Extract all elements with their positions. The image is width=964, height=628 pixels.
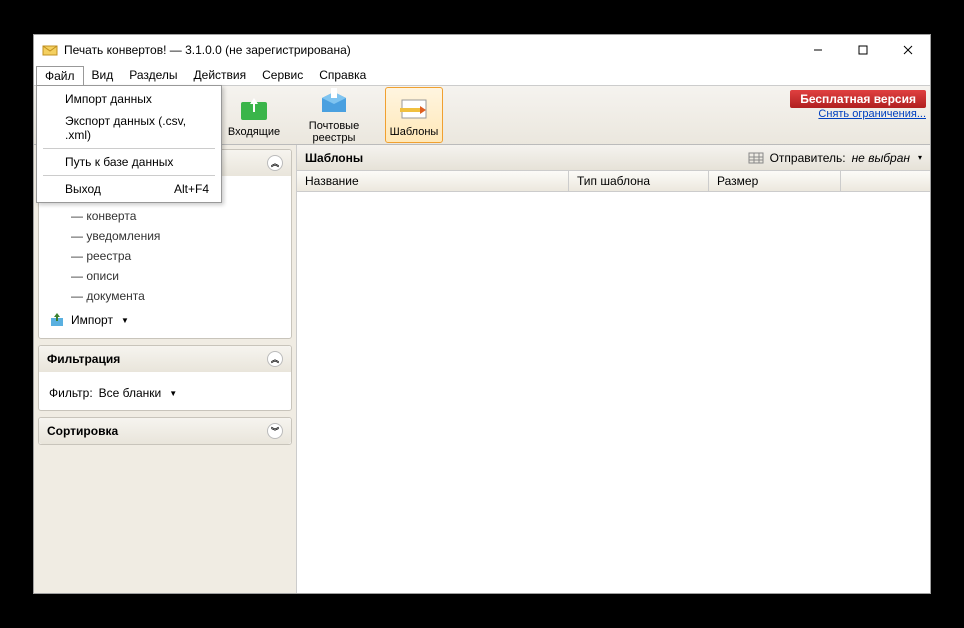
menu-db-path[interactable]: Путь к базе данных <box>39 151 219 173</box>
create-inventory-link[interactable]: — описи <box>49 266 281 286</box>
col-name[interactable]: Название <box>297 171 569 191</box>
menu-actions[interactable]: Действия <box>186 66 255 84</box>
caret-down-icon: ▾ <box>918 153 922 162</box>
close-button[interactable] <box>885 36 930 64</box>
window-title: Печать конвертов! — 3.1.0.0 (не зарегист… <box>64 43 795 57</box>
panel-sort-header[interactable]: Сортировка ︾ <box>39 418 291 444</box>
filter-selector[interactable]: Фильтр: Все бланки ▼ <box>49 386 281 400</box>
panel-sort: Сортировка ︾ <box>38 417 292 445</box>
content-header: Шаблоны Отправитель: не выбран ▾ <box>297 145 930 171</box>
col-type[interactable]: Тип шаблона <box>569 171 709 191</box>
window-controls <box>795 36 930 64</box>
app-window: Печать конвертов! — 3.1.0.0 (не зарегист… <box>33 34 931 594</box>
shortcut-label: Alt+F4 <box>174 182 209 196</box>
create-notification-link[interactable]: — уведомления <box>49 226 281 246</box>
menu-sections[interactable]: Разделы <box>121 66 185 84</box>
filter-value: Все бланки <box>99 386 162 400</box>
menubar: Файл Вид Разделы Действия Сервис Справка <box>34 65 930 85</box>
menu-separator <box>43 148 215 149</box>
col-size[interactable]: Размер <box>709 171 841 191</box>
import-dropdown[interactable]: Импорт ▼ <box>49 312 281 328</box>
sidebar: ︽ Создать шаблон: — конверта — уведомлен… <box>34 145 296 593</box>
create-registry-link[interactable]: — реестра <box>49 246 281 266</box>
sender-selector[interactable]: Отправитель: не выбран ▾ <box>748 150 922 166</box>
toolbar-templates[interactable]: Шаблоны <box>385 87 443 143</box>
panel-filter: Фильтрация ︽ Фильтр: Все бланки ▼ <box>38 345 292 411</box>
import-icon <box>49 312 65 328</box>
chevron-down-icon: ︾ <box>267 423 283 439</box>
remove-restrictions-link[interactable]: Снять ограничения... <box>790 108 926 120</box>
file-dropdown: Импорт данных Экспорт данных (.csv, .xml… <box>36 85 222 203</box>
content-title: Шаблоны <box>305 151 363 165</box>
create-envelope-link[interactable]: — конверта <box>49 206 281 226</box>
sender-label: Отправитель: <box>770 151 846 165</box>
sender-value: не выбран <box>852 151 910 165</box>
grid-icon <box>748 150 764 166</box>
folder-in-icon <box>238 92 270 124</box>
caret-down-icon: ▼ <box>121 316 129 325</box>
menu-import-data[interactable]: Импорт данных <box>39 88 219 110</box>
menu-exit[interactable]: Выход Alt+F4 <box>39 178 219 200</box>
chevron-up-icon: ︽ <box>267 155 283 171</box>
toolbar-registries[interactable]: Почтовые реестры <box>285 82 383 148</box>
minimize-button[interactable] <box>795 36 840 64</box>
app-icon <box>42 42 58 58</box>
create-document-link[interactable]: — документа <box>49 286 281 306</box>
chevron-up-icon: ︽ <box>267 351 283 367</box>
free-version-label: Бесплатная версия <box>790 90 926 108</box>
filter-label: Фильтр: <box>49 386 93 400</box>
content-area: Шаблоны Отправитель: не выбран ▾ Названи… <box>296 145 930 593</box>
titlebar: Печать конвертов! — 3.1.0.0 (не зарегист… <box>34 35 930 65</box>
main-body: ︽ Создать шаблон: — конверта — уведомлен… <box>34 145 930 593</box>
free-version-badge: Бесплатная версия Снять ограничения... <box>790 90 926 120</box>
caret-down-icon: ▼ <box>169 389 177 398</box>
menu-file[interactable]: Файл <box>36 66 84 85</box>
template-icon <box>398 92 430 124</box>
table-body <box>297 192 930 593</box>
panel-filter-header[interactable]: Фильтрация ︽ <box>39 346 291 372</box>
maximize-button[interactable] <box>840 36 885 64</box>
table-header: Название Тип шаблона Размер <box>297 171 930 192</box>
menu-export-data[interactable]: Экспорт данных (.csv, .xml) <box>39 110 219 146</box>
box-icon <box>318 86 350 118</box>
menu-separator <box>43 175 215 176</box>
toolbar-incoming[interactable]: Входящие <box>225 88 283 142</box>
menu-view[interactable]: Вид <box>84 66 122 84</box>
